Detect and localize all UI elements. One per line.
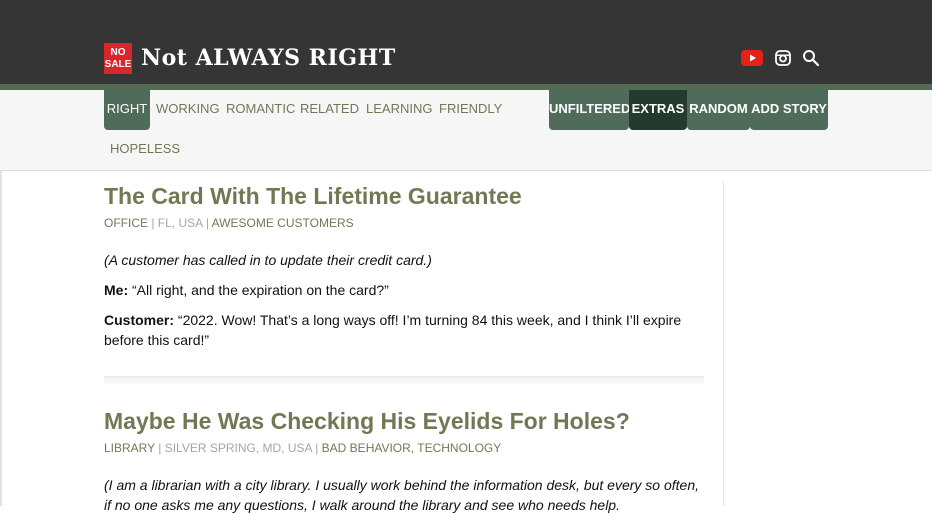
dialogue-text: “All right, and the expiration on the ca…: [128, 282, 389, 298]
youtube-icon[interactable]: [741, 48, 763, 68]
speaker-label: Me:: [104, 282, 129, 298]
logo-badge-line2: SALE: [104, 58, 132, 70]
story-location[interactable]: SILVER SPRING, MD, USA: [165, 441, 312, 455]
page-left-border: [0, 171, 2, 506]
story-paragraph: (A customer has called in to update thei…: [104, 250, 704, 270]
story-category[interactable]: LIBRARY: [104, 441, 155, 455]
story-card: The Card With The Lifetime Guarantee OFF…: [104, 181, 704, 350]
tab-random[interactable]: RANDOM: [687, 90, 750, 130]
story-title[interactable]: Maybe He Was Checking His Eyelids For Ho…: [104, 406, 704, 436]
story-narration: (I am a librarian with a city library. I…: [104, 477, 700, 513]
story-tags[interactable]: BAD BEHAVIOR, TECHNOLOGY: [322, 441, 502, 455]
main-nav: RIGHT WORKING ROMANTIC RELATED LEARNING …: [0, 90, 932, 171]
nav-item-related[interactable]: RELATED: [300, 99, 359, 119]
story-tags[interactable]: AWESOME CUSTOMERS: [212, 216, 354, 230]
nav-item-romantic[interactable]: ROMANTIC: [226, 99, 295, 119]
tab-add-story[interactable]: ADD STORY: [750, 90, 828, 130]
story-meta: LIBRARY | SILVER SPRING, MD, USA | BAD B…: [104, 441, 502, 455]
story-category[interactable]: OFFICE: [104, 216, 148, 230]
story-narration: (A customer has called in to update thei…: [104, 252, 432, 268]
nav-item-friendly[interactable]: FRIENDLY: [439, 99, 502, 119]
story-location[interactable]: FL, USA: [158, 216, 203, 230]
logo-badge[interactable]: NO SALE: [104, 43, 132, 74]
logo-badge-line1: NO: [110, 46, 126, 58]
story-card: Maybe He Was Checking His Eyelids For Ho…: [104, 406, 704, 515]
story-paragraph: (I am a librarian with a city library. I…: [104, 475, 704, 515]
instagram-icon[interactable]: [774, 48, 792, 68]
speaker-label: Customer:: [104, 312, 175, 328]
story-paragraph: Me: “All right, and the expiration on th…: [104, 280, 704, 300]
story-meta: OFFICE | FL, USA | AWESOME CUSTOMERS: [104, 216, 354, 230]
nav-item-hopeless[interactable]: HOPELESS: [110, 139, 180, 159]
story-paragraph: Customer: “2022. Wow! That’s a long ways…: [104, 310, 704, 350]
story-divider: [104, 376, 704, 385]
nav-item-right[interactable]: RIGHT: [104, 90, 150, 130]
search-icon[interactable]: [801, 48, 821, 68]
nav-item-learning[interactable]: LEARNING: [366, 99, 432, 119]
story-title[interactable]: The Card With The Lifetime Guarantee: [104, 181, 704, 211]
dialogue-text: “2022. Wow! That’s a long ways off! I’m …: [104, 312, 682, 348]
site-logo-text[interactable]: Not ALWAYS RIGHT: [141, 44, 396, 72]
site-header: NO SALE Not ALWAYS RIGHT: [0, 0, 932, 84]
nav-item-working[interactable]: WORKING: [156, 99, 220, 119]
tab-unfiltered[interactable]: UNFILTERED: [549, 90, 630, 130]
sidebar-divider: [723, 181, 724, 506]
tab-extras[interactable]: EXTRAS: [629, 90, 687, 130]
